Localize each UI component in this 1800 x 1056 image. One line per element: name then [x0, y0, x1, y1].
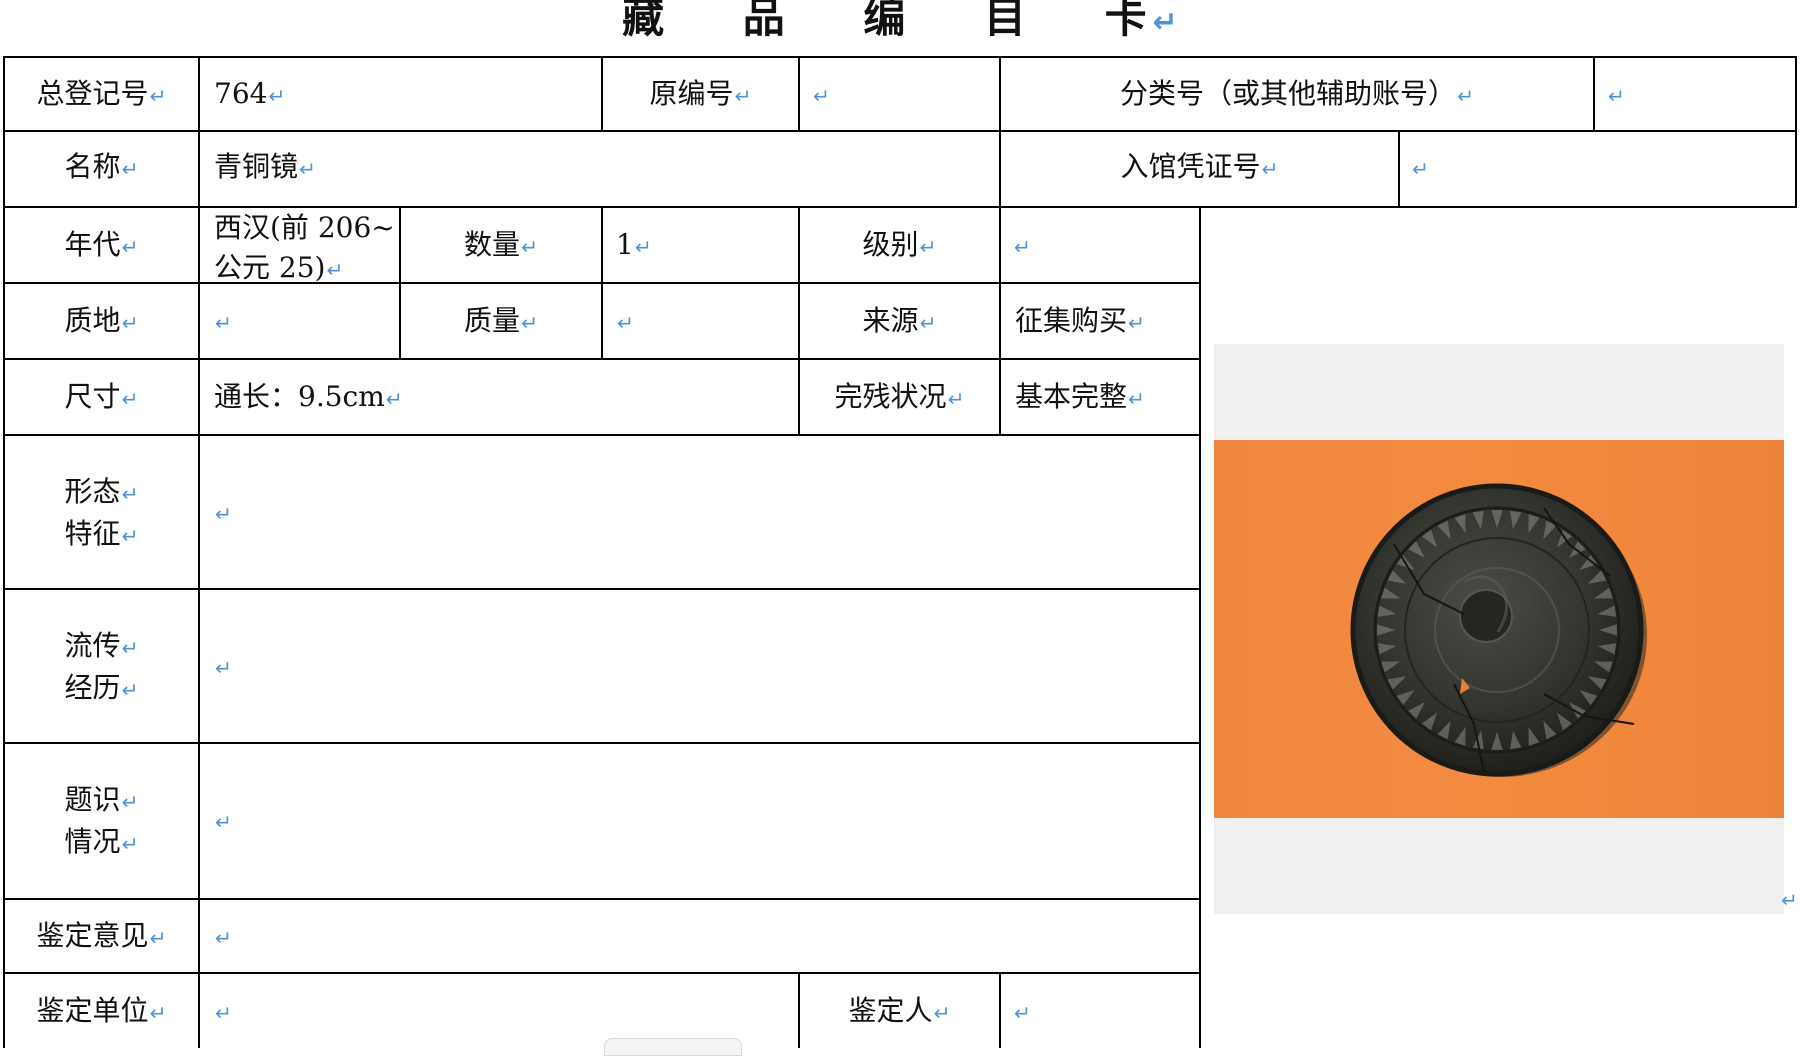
appraiser-label: 鉴定人↵ [848, 994, 951, 1027]
original-no-value[interactable]: ↵ [812, 74, 830, 116]
grade-label: 级别↵ [862, 228, 937, 261]
bronze-mirror-icon [1350, 483, 1647, 777]
entry-voucher-label: 入馆凭证号↵ [1120, 150, 1279, 183]
size-label: 尺寸↵ [64, 380, 139, 413]
material-value[interactable]: ↵ [214, 301, 232, 343]
category-no-label: 分类号（或其他辅助账号）↵ [1120, 77, 1474, 110]
grid-line [601, 206, 603, 360]
grade-value[interactable]: ↵ [1013, 225, 1031, 267]
grid-line [1593, 56, 1595, 132]
entry-voucher-value[interactable]: ↵ [1411, 147, 1429, 189]
era-label: 年代↵ [64, 228, 139, 261]
grid-line [198, 56, 200, 1048]
appraisal-opinion-label: 鉴定意见↵ [36, 919, 167, 952]
registration-no-value[interactable]: 764↵ [214, 74, 285, 116]
grid-line [3, 56, 1797, 58]
quantity-value[interactable]: 1↵ [616, 225, 652, 267]
condition-value[interactable]: 基本完整↵ [1015, 377, 1145, 419]
artifact-photo [1214, 344, 1784, 914]
era-line-1: 西汉(前 206~ [214, 211, 395, 244]
grid-line [3, 742, 1200, 744]
weight-value[interactable]: ↵ [616, 301, 634, 343]
grid-line [1795, 56, 1797, 208]
weight-label: 质量↵ [464, 304, 538, 337]
form-features-value[interactable]: ↵ [214, 492, 232, 534]
appraisal-opinion-value[interactable]: ↵ [214, 916, 232, 958]
condition-label: 完残状况↵ [834, 380, 965, 413]
category-no-value[interactable]: ↵ [1607, 74, 1625, 116]
material-label: 质地↵ [64, 304, 139, 337]
source-label: 来源↵ [862, 304, 937, 337]
appraisal-unit-value[interactable]: ↵ [214, 991, 232, 1033]
card-title: 藏 品 编 目 卡↵ [622, 0, 1179, 42]
source-value[interactable]: 征集购买↵ [1015, 301, 1145, 343]
grid-line [1398, 130, 1400, 208]
scroll-tab[interactable] [604, 1038, 742, 1056]
grid-line [3, 588, 1200, 590]
era-value[interactable]: 西汉(前 206~ 公元 25)↵ [214, 208, 395, 290]
name-value[interactable]: 青铜镜↵ [214, 147, 316, 189]
provenance-value[interactable]: ↵ [214, 646, 232, 688]
return-mark: ↵ [1781, 888, 1798, 912]
grid-line [3, 898, 1200, 900]
grid-line [3, 130, 1797, 132]
quantity-label: 数量↵ [464, 228, 538, 261]
grid-line [3, 434, 1200, 436]
inscription-value[interactable]: ↵ [214, 800, 232, 842]
inscription-label: 题识↵ 情况↵ [64, 783, 139, 858]
grid-line [999, 972, 1001, 1048]
grid-line [1199, 206, 1201, 1048]
appraisal-unit-label: 鉴定单位↵ [36, 994, 167, 1027]
original-no-label: 原编号↵ [649, 77, 752, 110]
form-features-label: 形态↵ 特征↵ [64, 475, 139, 550]
name-label: 名称↵ [64, 150, 139, 183]
size-value[interactable]: 通长：9.5cm↵ [214, 377, 403, 419]
grid-line [3, 972, 1200, 974]
grid-line [798, 56, 800, 132]
registration-no-label: 总登记号↵ [36, 77, 167, 110]
era-line-2: 公元 25)↵ [214, 251, 344, 284]
provenance-label: 流传↵ 经历↵ [64, 629, 139, 704]
appraiser-value[interactable]: ↵ [1013, 991, 1031, 1033]
